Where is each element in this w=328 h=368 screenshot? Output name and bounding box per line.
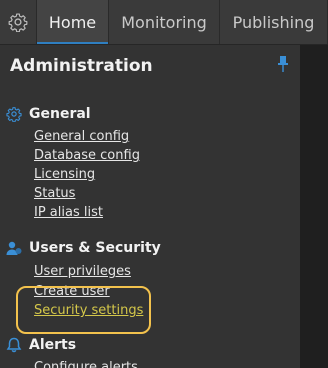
section-label-alerts: Alerts (29, 337, 77, 353)
tab-monitoring[interactable]: Monitoring (109, 0, 220, 44)
configure-alerts-link[interactable]: Configure alerts (34, 359, 138, 368)
ip-alias-list-link[interactable]: IP alias list (34, 204, 103, 222)
user-icon (6, 241, 22, 255)
section-label-general: General (29, 106, 91, 122)
pin-icon[interactable] (276, 55, 290, 73)
licensing-link[interactable]: Licensing (34, 166, 95, 184)
tab-home[interactable]: Home (37, 0, 109, 44)
panel-title: Administration (10, 56, 153, 76)
status-link[interactable]: Status (34, 185, 75, 203)
settings-tab[interactable] (0, 0, 37, 44)
main-content-area (300, 45, 328, 368)
gear-icon (8, 13, 28, 32)
user-privileges-link[interactable]: User privileges (34, 263, 131, 281)
general-config-link[interactable]: General config (34, 128, 129, 146)
section-label-users-security: Users & Security (29, 240, 161, 256)
bell-icon (6, 337, 22, 353)
gear-icon (6, 107, 22, 122)
highlight-callout (16, 286, 151, 334)
database-config-link[interactable]: Database config (34, 147, 140, 165)
section-alerts: Alerts (0, 335, 300, 355)
tab-bar: Home Monitoring Publishing (0, 0, 328, 45)
app-window: Home Monitoring Publishing Administratio… (0, 0, 328, 368)
tab-publishing[interactable]: Publishing (220, 0, 328, 44)
section-users-security: Users & Security (0, 238, 300, 258)
